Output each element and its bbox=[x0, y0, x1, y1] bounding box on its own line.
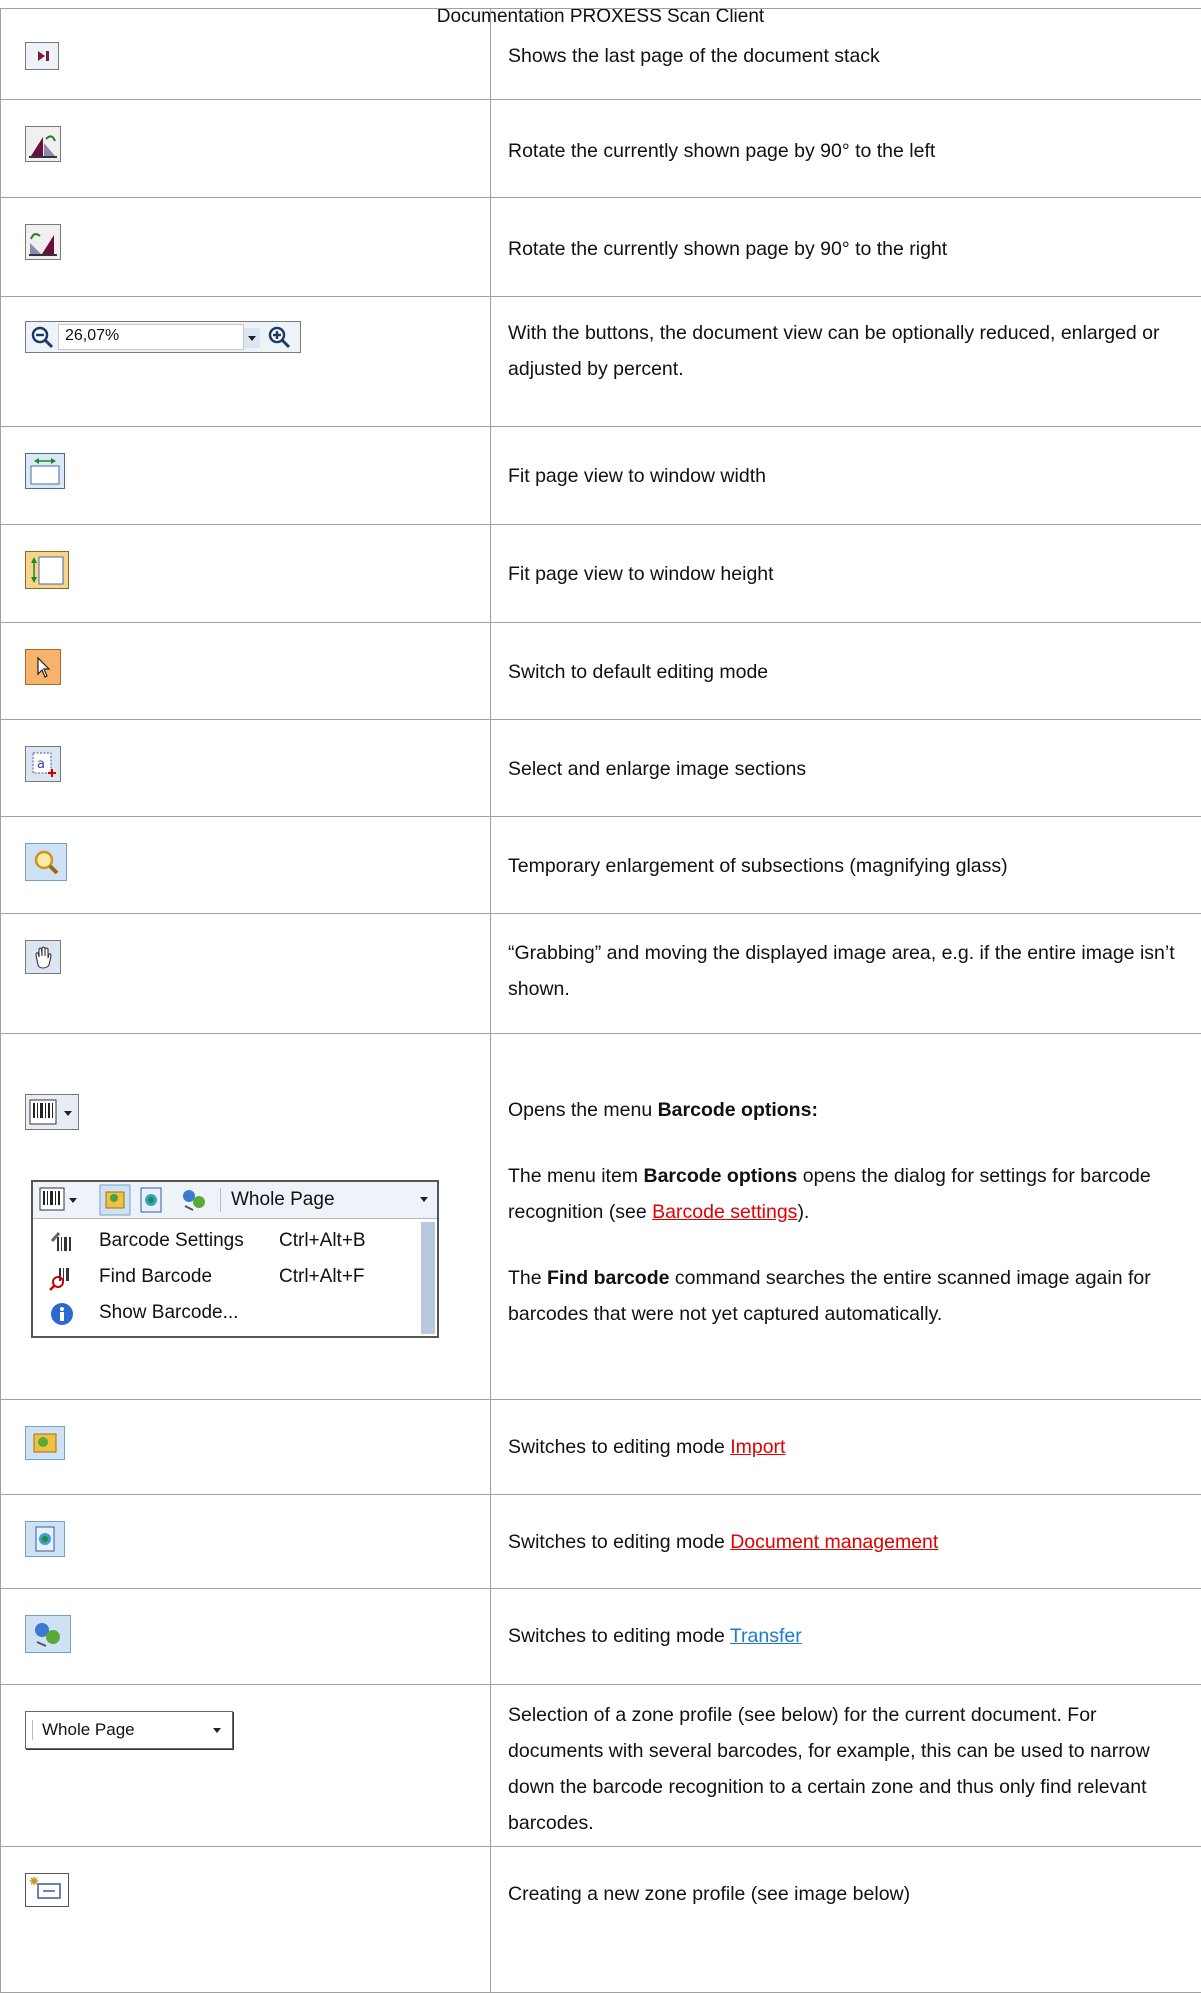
row-description: “Grabbing” and moving the displayed imag… bbox=[491, 914, 1201, 1007]
row-description: Switches to editing mode Document manage… bbox=[491, 1495, 1201, 1560]
table-row: Switches to editing mode Transfer bbox=[1, 1589, 1201, 1685]
transfer-link[interactable]: Transfer bbox=[730, 1625, 802, 1647]
menu-item-barcode-settings[interactable]: Barcode Settings Ctrl+Alt+B bbox=[33, 1224, 413, 1260]
barcode-options-menu: Whole Page Barcode Settings Ctrl+Alt+B F… bbox=[31, 1180, 439, 1338]
text-run: The menu item bbox=[508, 1165, 643, 1187]
menu-item-shortcut: Ctrl+Alt+B bbox=[279, 1230, 366, 1252]
document-management-icon[interactable] bbox=[137, 1186, 165, 1214]
table-row: Whole Page Selection of a zone profile (… bbox=[1, 1685, 1201, 1847]
magnifier-icon[interactable] bbox=[25, 843, 67, 881]
menu-item-shortcut: Ctrl+Alt+F bbox=[279, 1266, 365, 1288]
find-barcode-icon bbox=[49, 1265, 75, 1291]
row-description: Fit page view to window width bbox=[491, 427, 1201, 494]
select-value: Whole Page bbox=[42, 1720, 135, 1740]
transfer-mode-icon[interactable] bbox=[25, 1615, 71, 1653]
hand-icon[interactable] bbox=[25, 940, 61, 974]
rotate-right-icon[interactable] bbox=[25, 224, 61, 260]
row-description: Switch to default editing mode bbox=[491, 623, 1201, 690]
text-run: ). bbox=[797, 1201, 809, 1223]
table-row: a Select and enlarge image sections bbox=[1, 720, 1201, 817]
row-description: Creating a new zone profile (see image b… bbox=[491, 1847, 1201, 1912]
import-mode-icon[interactable] bbox=[25, 1426, 65, 1460]
table-row: Switches to editing mode Document manage… bbox=[1, 1495, 1201, 1589]
table-row: Switch to default editing mode bbox=[1, 623, 1201, 720]
barcode-dropdown-icon[interactable] bbox=[25, 1094, 79, 1130]
document-management-icon[interactable] bbox=[25, 1521, 65, 1557]
zoom-in-icon[interactable] bbox=[266, 325, 294, 349]
row-description: Switches to editing mode Transfer bbox=[491, 1589, 1201, 1654]
table-row: Rotate the currently shown page by 90° t… bbox=[1, 100, 1201, 198]
menu-item-show-barcode[interactable]: Show Barcode... bbox=[33, 1296, 413, 1332]
bold-term: Barcode options bbox=[643, 1165, 797, 1187]
menu-item-label: Show Barcode... bbox=[99, 1302, 238, 1324]
row-description: Temporary enlargement of subsections (ma… bbox=[491, 817, 1201, 884]
table-row: Temporary enlargement of subsections (ma… bbox=[1, 817, 1201, 914]
table-row: Rotate the currently shown page by 90° t… bbox=[1, 198, 1201, 297]
menu-item-label: Barcode Settings bbox=[99, 1230, 244, 1252]
svg-text:a: a bbox=[37, 757, 45, 772]
row-description: Rotate the currently shown page by 90° t… bbox=[491, 100, 1201, 169]
zone-profile-dropdown[interactable]: Whole Page bbox=[231, 1189, 335, 1211]
new-zone-profile-icon[interactable] bbox=[25, 1873, 69, 1907]
transfer-mode-icon[interactable] bbox=[179, 1186, 211, 1214]
toolbar-reference-table: Shows the last page of the document stac… bbox=[0, 8, 1201, 1993]
text-run: Switches to editing mode bbox=[508, 1531, 730, 1553]
zoom-input[interactable]: 26,07% bbox=[58, 324, 244, 350]
table-row: 26,07% With the buttons, the document vi… bbox=[1, 297, 1201, 427]
chevron-down-icon[interactable] bbox=[417, 1194, 431, 1206]
bold-term: Find barcode bbox=[547, 1267, 669, 1289]
chevron-down-icon[interactable] bbox=[244, 328, 260, 348]
table-row: Shows the last page of the document stac… bbox=[1, 9, 1201, 100]
row-description: Rotate the currently shown page by 90° t… bbox=[491, 198, 1201, 267]
zoom-bar: 26,07% bbox=[25, 321, 301, 353]
text-run: The bbox=[508, 1267, 547, 1289]
menu-item-label: Find Barcode bbox=[99, 1266, 212, 1288]
text-run: Switches to editing mode bbox=[508, 1625, 730, 1647]
row-description: Switches to editing mode Import bbox=[491, 1400, 1201, 1465]
table-row: Creating a new zone profile (see image b… bbox=[1, 1847, 1201, 1993]
import-mode-icon[interactable] bbox=[99, 1184, 131, 1216]
barcode-dropdown-icon[interactable] bbox=[39, 1186, 83, 1214]
rotate-left-icon[interactable] bbox=[25, 126, 61, 162]
row-description: Shows the last page of the document stac… bbox=[491, 9, 1201, 74]
import-link[interactable]: Import bbox=[730, 1436, 785, 1458]
last-page-icon[interactable] bbox=[25, 42, 59, 70]
zoom-out-icon[interactable] bbox=[30, 325, 54, 349]
info-icon bbox=[49, 1301, 75, 1327]
scrollbar[interactable] bbox=[421, 1222, 435, 1334]
fit-width-icon[interactable] bbox=[25, 453, 65, 489]
row-description: With the buttons, the document view can … bbox=[491, 297, 1201, 387]
bold-term: Barcode options: bbox=[658, 1099, 818, 1121]
table-row: Switches to editing mode Import bbox=[1, 1400, 1201, 1495]
table-row: Fit page view to window height bbox=[1, 525, 1201, 623]
pointer-icon[interactable] bbox=[25, 649, 61, 685]
barcode-settings-link[interactable]: Barcode settings bbox=[652, 1201, 797, 1223]
table-row: “Grabbing” and moving the displayed imag… bbox=[1, 914, 1201, 1034]
document-management-link[interactable]: Document management bbox=[730, 1531, 938, 1553]
barcode-toolbar: Whole Page bbox=[33, 1182, 437, 1219]
menu-item-find-barcode[interactable]: Find Barcode Ctrl+Alt+F bbox=[33, 1260, 413, 1296]
barcode-options-description: Opens the menu Barcode options: The menu… bbox=[491, 1034, 1201, 1332]
row-description: Select and enlarge image sections bbox=[491, 720, 1201, 787]
text-run: Switches to editing mode bbox=[508, 1436, 730, 1458]
barcode-settings-icon bbox=[49, 1229, 75, 1255]
select-enlarge-icon[interactable]: a bbox=[25, 746, 61, 782]
fit-height-icon[interactable] bbox=[25, 551, 69, 589]
zone-profile-select[interactable]: Whole Page bbox=[25, 1711, 233, 1749]
row-description: Fit page view to window height bbox=[491, 525, 1201, 592]
table-row: Whole Page Barcode Settings Ctrl+Alt+B F… bbox=[1, 1034, 1201, 1400]
text-run: Opens the menu bbox=[508, 1099, 658, 1121]
table-row: Fit page view to window width bbox=[1, 427, 1201, 525]
row-description: Selection of a zone profile (see below) … bbox=[491, 1685, 1201, 1841]
chevron-down-icon bbox=[210, 1725, 224, 1737]
